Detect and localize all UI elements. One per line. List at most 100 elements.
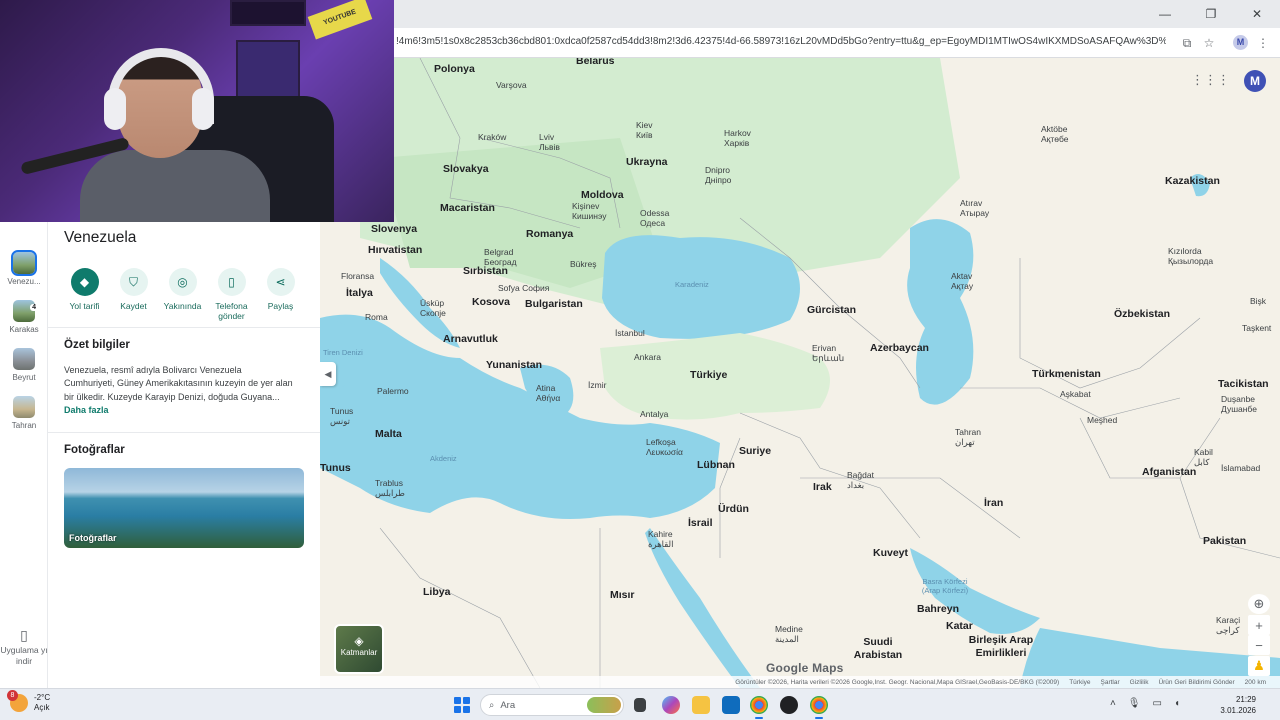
map-label-city[interactable]: Lefkoşa Λευκωσία xyxy=(646,437,683,457)
layers-button[interactable]: ◈ Katmanlar xyxy=(334,624,384,674)
map-label-city[interactable]: Bağdat بغداد xyxy=(847,470,883,491)
rail-item-karakas[interactable]: 4 Karakas xyxy=(0,300,48,334)
address-bar[interactable]: !4m6!3m5!1s0x8c2853cb36cbd801:0xdca0f258… xyxy=(396,36,1166,47)
map-label-country[interactable]: Polonya xyxy=(434,63,475,75)
map-label-city[interactable]: Duşanbe Душанбе xyxy=(1221,394,1261,414)
map-label-country[interactable]: Hırvatistan xyxy=(368,244,422,256)
map-label-city[interactable]: İstanbul xyxy=(615,328,645,338)
map-label-city[interactable]: Aktöbe Ақтөбе xyxy=(1041,124,1071,144)
photos-thumbnail[interactable]: Fotoğraflar xyxy=(64,468,304,548)
map-label-city[interactable]: Üsküp Скопје xyxy=(420,298,460,318)
map-label-city[interactable]: Meşhed xyxy=(1087,415,1117,425)
map-label-country[interactable]: Türkmenistan xyxy=(1032,368,1101,380)
map-label-city[interactable]: Floransa xyxy=(341,271,374,281)
save-button[interactable]: ⛉ Kaydet xyxy=(109,268,158,321)
chrome-profile-icon[interactable] xyxy=(810,696,828,719)
map-label-city[interactable]: Lviv Львів xyxy=(539,132,569,152)
maximize-button[interactable]: ❐ xyxy=(1188,0,1234,28)
map-label-country[interactable]: Azerbaycan xyxy=(870,342,929,354)
zoom-out-button[interactable]: − xyxy=(1248,635,1270,655)
map-label-city[interactable]: Kızılorda Қызылорда xyxy=(1168,246,1214,266)
user-avatar[interactable]: M xyxy=(1244,70,1266,92)
map-label-city[interactable]: Bişk xyxy=(1250,296,1266,306)
map-label-country[interactable]: Romanya xyxy=(526,228,573,240)
taskbar-search[interactable]: ⌕ Ara xyxy=(480,694,624,716)
map-label-country[interactable]: Kuveyt xyxy=(873,547,908,559)
zoom-in-button[interactable]: + xyxy=(1248,615,1270,635)
map-label-city[interactable]: Bükreş xyxy=(570,259,596,269)
map-label-country[interactable]: Moldova xyxy=(581,189,624,201)
collapse-panel-button[interactable]: ◀ xyxy=(320,362,336,386)
map-label-country[interactable]: Kosova xyxy=(472,296,510,308)
map-label-city[interactable]: Tunus تونس xyxy=(330,406,360,427)
map-label-city[interactable]: Medine المدينة xyxy=(775,624,815,645)
map-label-country[interactable]: Bahreyn xyxy=(917,603,959,615)
map-label-city[interactable]: Dnipro Дніпро xyxy=(705,165,741,185)
map-label-country[interactable]: Mısır xyxy=(610,589,635,601)
map-label-country[interactable]: Ürdün xyxy=(718,503,749,515)
map-label-country[interactable]: Suriye xyxy=(739,445,771,457)
send-to-phone-button[interactable]: ▯ Telefona gönder xyxy=(207,268,256,321)
privacy-link[interactable]: Gizlilik xyxy=(1130,679,1149,686)
map-label-country[interactable]: Gürcistan xyxy=(807,304,856,316)
rail-item-tahran[interactable]: Tahran xyxy=(0,396,48,430)
browser-menu-icon[interactable]: ⋮ xyxy=(1254,34,1272,52)
more-link[interactable]: Daha fazla xyxy=(64,405,109,415)
map-label-country[interactable]: Libya xyxy=(423,586,450,598)
map-label-country[interactable]: Katar xyxy=(946,620,973,632)
map-label-city[interactable]: Roma xyxy=(365,312,388,322)
map-label-country[interactable]: Tacikistan xyxy=(1218,378,1269,390)
task-view-icon[interactable] xyxy=(634,698,646,712)
bookmark-star-icon[interactable]: ☆ xyxy=(1200,34,1218,52)
map-label-city[interactable]: Harkov Харків xyxy=(724,128,758,148)
map-label-city[interactable]: Kiev Київ xyxy=(636,120,666,140)
map-label-city[interactable]: Kahire القاهرة xyxy=(648,529,678,550)
display-icon[interactable]: ▭ xyxy=(1153,698,1162,709)
minimize-button[interactable]: — xyxy=(1142,0,1188,28)
close-button[interactable]: ✕ xyxy=(1234,0,1280,28)
region-link[interactable]: Türkiye xyxy=(1069,679,1090,686)
rail-item-venezuela[interactable]: Venezu... xyxy=(0,250,48,286)
obs-icon[interactable] xyxy=(780,696,798,714)
file-explorer-icon[interactable] xyxy=(692,696,710,714)
map-label-country[interactable]: Arnavutluk xyxy=(443,333,498,345)
scale-label[interactable]: 200 km xyxy=(1245,679,1266,686)
map-label-city[interactable]: Antalya xyxy=(640,409,668,419)
feedback-link[interactable]: Ürün Geri Bildirimi Gönder xyxy=(1158,679,1234,686)
map-label-city[interactable]: Aşkabat xyxy=(1060,389,1091,399)
map-label-city[interactable]: İslamabad xyxy=(1221,463,1260,473)
map-label-country[interactable]: İtalya xyxy=(346,287,373,299)
map-label-city[interactable]: Trablus طرابلس xyxy=(375,478,415,499)
start-button[interactable] xyxy=(454,697,470,713)
rail-item-beyrut[interactable]: Beyrut xyxy=(0,348,48,382)
map-label-country[interactable]: Türkiye xyxy=(690,369,727,381)
map-label-city[interactable]: İzmir xyxy=(588,380,606,390)
map-label-country[interactable]: Tunus xyxy=(320,462,351,474)
map-label-country[interactable]: Yunanistan xyxy=(486,359,542,371)
map-label-country[interactable]: Slovakya xyxy=(443,163,489,175)
map-label-country[interactable]: Suudi Arabistan xyxy=(843,636,913,662)
map-label-country[interactable]: İran xyxy=(984,497,1003,509)
terms-link[interactable]: Şartlar xyxy=(1101,679,1120,686)
map-label-city[interactable]: Karaçi کراچی xyxy=(1216,615,1246,636)
install-app-icon[interactable]: ⧉ xyxy=(1178,34,1196,52)
map-label-country[interactable]: Bulgaristan xyxy=(525,298,583,310)
map-label-country[interactable]: Malta xyxy=(375,428,402,440)
map-label-water[interactable]: Akdeniz xyxy=(430,454,457,463)
browser-profile-avatar[interactable]: M xyxy=(1233,35,1248,50)
map-label-city[interactable]: Sofya София xyxy=(498,283,549,293)
map-label-country[interactable]: Irak xyxy=(813,481,832,493)
map-label-country[interactable]: Macaristan xyxy=(440,202,495,214)
map-label-city[interactable]: Kraków xyxy=(478,132,506,142)
map-label-city[interactable]: Kabil کابل xyxy=(1194,447,1218,468)
clock[interactable]: 21:29 3.01.2026 xyxy=(1220,694,1256,716)
map-label-city[interactable]: Atırav Атырау xyxy=(960,198,994,218)
map-label-city[interactable]: Taşkent xyxy=(1242,323,1271,333)
map-label-city[interactable]: Erivan Երևան xyxy=(812,343,844,364)
map-label-city[interactable]: Varşova xyxy=(496,80,527,90)
store-icon[interactable] xyxy=(722,696,740,714)
share-button[interactable]: ⋖ Paylaş xyxy=(256,268,305,321)
map-label-country[interactable]: Birleşik Arap Emirlikleri xyxy=(961,634,1041,660)
map-label-city[interactable]: Atina Αθήνα xyxy=(536,383,566,403)
map-label-water[interactable]: Karadeniz xyxy=(675,280,709,289)
